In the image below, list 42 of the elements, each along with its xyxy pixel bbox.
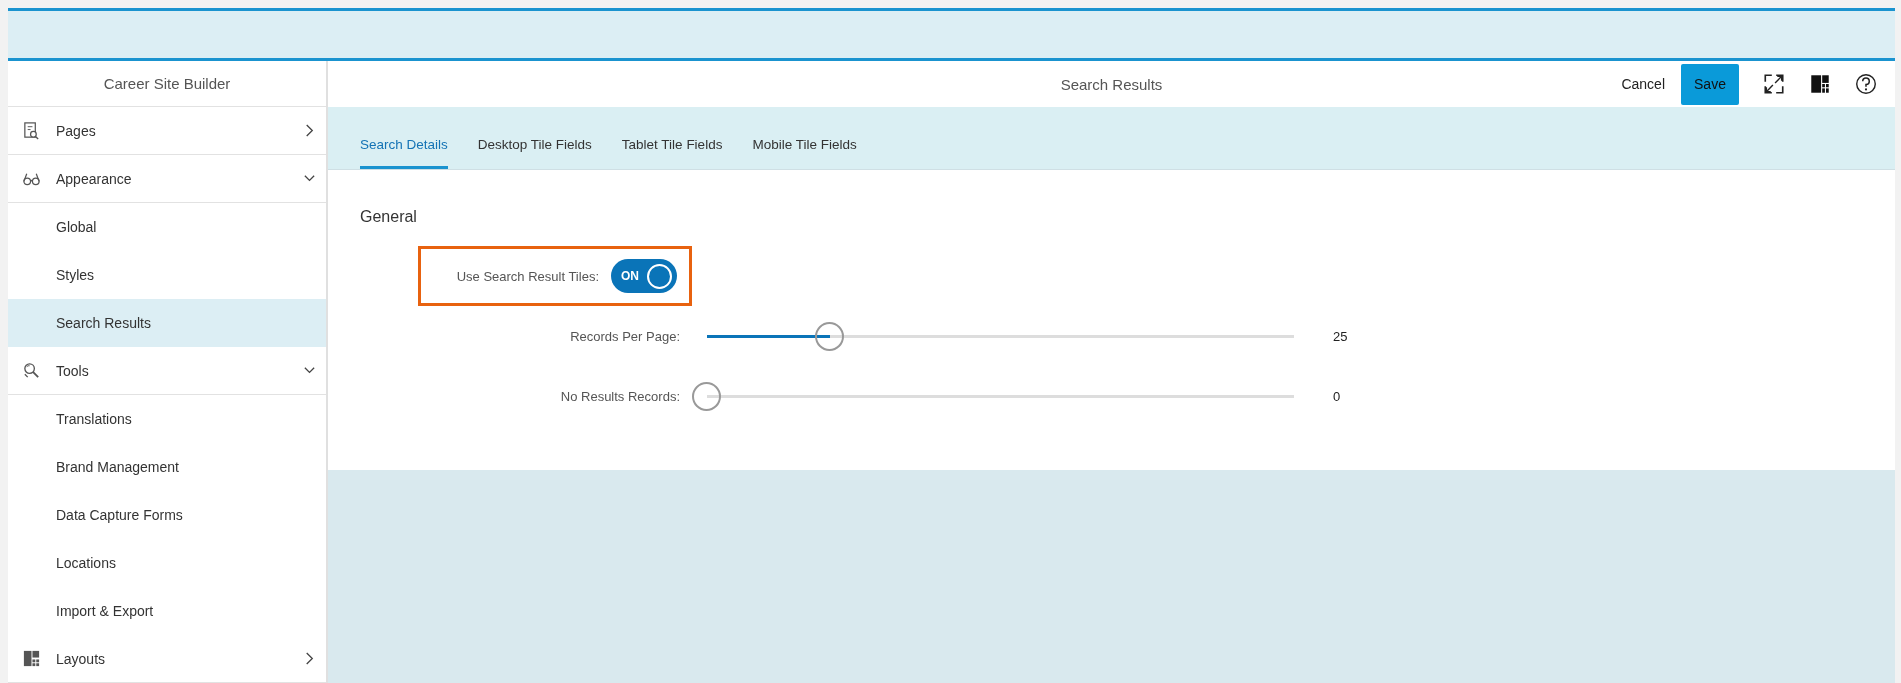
- sidebar-item[interactable]: Translations: [8, 395, 326, 443]
- tab[interactable]: Mobile Tile Fields: [752, 137, 857, 169]
- magnifier-icon: [22, 361, 41, 380]
- cancel-button[interactable]: Cancel: [1621, 70, 1665, 98]
- sidebar-item[interactable]: Layouts: [8, 635, 326, 683]
- save-button[interactable]: Save: [1681, 63, 1739, 105]
- slider-handle[interactable]: [692, 381, 721, 411]
- section-title: General: [360, 208, 418, 226]
- chevron-right-icon: [303, 124, 316, 137]
- sidebar-item[interactable]: Pages: [8, 107, 326, 155]
- layout-icon[interactable]: [1808, 72, 1832, 96]
- sidebar-item[interactable]: Global: [8, 203, 326, 251]
- sidebar-item[interactable]: Styles: [8, 251, 326, 299]
- layout-icon: [22, 649, 41, 668]
- slider-value: 0: [1333, 388, 1341, 404]
- sidebar-item[interactable]: Import & Export: [8, 587, 326, 635]
- sidebar-title: Career Site Builder: [8, 61, 326, 107]
- sidebar-item[interactable]: Tools: [8, 347, 326, 395]
- toggle-switch[interactable]: ON: [611, 259, 677, 293]
- field-label: No Results Records:: [560, 388, 680, 404]
- tab[interactable]: Desktop Tile Fields: [477, 137, 592, 169]
- tab[interactable]: Tablet Tile Fields: [621, 137, 723, 169]
- slider-track[interactable]: [707, 394, 1294, 398]
- slider-handle[interactable]: [815, 321, 845, 351]
- sidebar-item-label: Layouts: [56, 650, 107, 667]
- help-icon[interactable]: [1854, 72, 1878, 96]
- sidebar-item-label: Appearance: [56, 170, 133, 187]
- page-search-icon: [22, 121, 41, 140]
- field-label: Use Search Result Tiles:: [456, 268, 599, 284]
- sidebar-item[interactable]: Brand Management: [8, 443, 326, 491]
- sidebar-item-label: Tools: [56, 362, 90, 379]
- slider-value: 25: [1333, 328, 1348, 344]
- slider-track[interactable]: [707, 334, 1294, 338]
- sidebar-item[interactable]: Search Results: [8, 299, 326, 347]
- field-label: Records Per Page:: [570, 328, 680, 344]
- sidebar-item[interactable]: Data Capture Forms: [8, 491, 326, 539]
- sidebar-item[interactable]: Locations: [8, 539, 326, 587]
- expand-icon[interactable]: [1762, 72, 1786, 96]
- sidebar-item-label: Pages: [56, 122, 97, 139]
- chevron-right-icon: [303, 652, 316, 665]
- page-title: Search Results: [1060, 75, 1163, 93]
- sidebar-item[interactable]: Appearance: [8, 155, 326, 203]
